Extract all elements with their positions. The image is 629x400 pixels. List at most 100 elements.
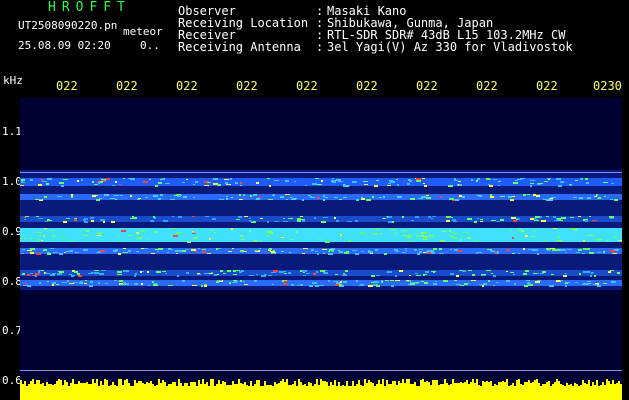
signal-speckle <box>207 182 210 183</box>
signal-speckle <box>397 184 399 186</box>
signal-speckle <box>219 199 224 200</box>
noise-floor-bar <box>184 383 186 400</box>
signal-speckle <box>458 181 461 182</box>
signal-speckle <box>321 180 323 182</box>
signal-speckle <box>433 248 437 250</box>
noise-floor-bar <box>328 386 330 400</box>
signal-speckle <box>453 237 457 239</box>
noise-floor-bar <box>604 385 606 400</box>
signal-speckle <box>119 184 121 185</box>
signal-speckle <box>582 253 585 254</box>
signal-speckle <box>614 236 617 238</box>
signal-speckle <box>300 216 303 217</box>
noise-floor-bar <box>408 379 410 400</box>
noise-floor-bar <box>394 381 396 400</box>
signal-speckle <box>454 233 458 234</box>
signal-speckle <box>250 195 252 197</box>
signal-speckle <box>136 251 139 252</box>
signal-speckle <box>575 180 578 181</box>
signal-speckle <box>410 198 415 200</box>
signal-speckle <box>231 197 233 198</box>
signal-speckle <box>576 252 580 253</box>
signal-speckle <box>534 218 536 220</box>
noise-floor-bar <box>464 382 466 400</box>
signal-speckle <box>212 218 216 220</box>
noise-floor-bar <box>74 384 76 400</box>
signal-speckle <box>241 239 245 240</box>
signal-speckle <box>24 283 27 284</box>
signal-speckle <box>603 283 607 284</box>
signal-speckle <box>518 253 520 254</box>
signal-speckle <box>542 271 546 273</box>
signal-speckle <box>66 218 70 219</box>
signal-speckle <box>256 198 260 200</box>
signal-speckle <box>416 178 421 180</box>
antenna-label: Receiving Antenna <box>178 40 301 54</box>
signal-speckle <box>342 275 347 276</box>
signal-speckle <box>511 217 516 219</box>
signal-speckle <box>500 196 505 197</box>
signal-speckle <box>594 196 597 197</box>
signal-speckle <box>291 199 296 200</box>
signal-speckle <box>432 235 434 237</box>
signal-speckle <box>356 199 359 201</box>
noise-floor-bar <box>222 381 224 400</box>
signal-speckle <box>69 251 73 252</box>
signal-speckle <box>202 249 206 250</box>
signal-speckle <box>281 271 286 272</box>
noise-floor-bar <box>168 384 170 400</box>
signal-speckle <box>591 272 594 273</box>
signal-speckle <box>193 197 195 198</box>
signal-speckle <box>296 231 298 233</box>
signal-speckle <box>423 183 425 184</box>
noise-floor-bar <box>504 382 506 400</box>
signal-speckle <box>234 281 238 282</box>
signal-speckle <box>137 237 142 239</box>
signal-speckle <box>538 183 543 184</box>
noise-floor-bar <box>454 383 456 400</box>
signal-speckle <box>240 185 242 186</box>
signal-speckle <box>303 275 306 276</box>
signal-speckle <box>488 184 490 185</box>
signal-speckle <box>547 178 551 179</box>
signal-speckle <box>158 248 163 250</box>
signal-speckle <box>440 240 445 242</box>
signal-speckle <box>345 185 350 186</box>
noise-floor-bar <box>582 380 584 400</box>
signal-speckle <box>590 275 592 277</box>
signal-speckle <box>491 220 496 221</box>
signal-speckle <box>75 252 79 253</box>
signal-speckle <box>385 280 389 281</box>
signal-speckle <box>160 194 163 196</box>
signal-speckle <box>356 280 358 282</box>
noise-floor-bar <box>126 379 128 400</box>
signal-speckle <box>67 280 69 282</box>
signal-speckle <box>454 249 458 251</box>
signal-speckle <box>283 221 288 222</box>
signal-speckle <box>88 273 93 274</box>
noise-floor-bar <box>526 382 528 400</box>
signal-speckle <box>256 182 259 184</box>
noise-floor-bar <box>340 386 342 400</box>
noise-floor-bar <box>96 379 98 400</box>
signal-speckle <box>103 221 105 223</box>
signal-speckle <box>225 182 228 184</box>
noise-floor-bar <box>238 379 240 400</box>
signal-speckle <box>160 179 162 180</box>
noise-floor-bar <box>186 383 188 400</box>
noise-floor-bar <box>84 383 86 400</box>
signal-speckle <box>285 194 290 195</box>
signal-speckle <box>515 180 518 181</box>
noise-floor-bar <box>240 383 242 400</box>
signal-speckle <box>513 220 517 222</box>
signal-speckle <box>147 271 149 273</box>
signal-speckle <box>490 250 493 252</box>
signal-speckle <box>395 280 400 281</box>
signal-speckle <box>62 237 66 238</box>
noise-floor-bar <box>130 386 132 400</box>
signal-speckle <box>313 273 316 275</box>
noise-floor-bar <box>44 386 46 400</box>
signal-speckle <box>77 273 80 275</box>
noise-floor-bar <box>596 380 598 400</box>
signal-speckle <box>269 185 271 187</box>
